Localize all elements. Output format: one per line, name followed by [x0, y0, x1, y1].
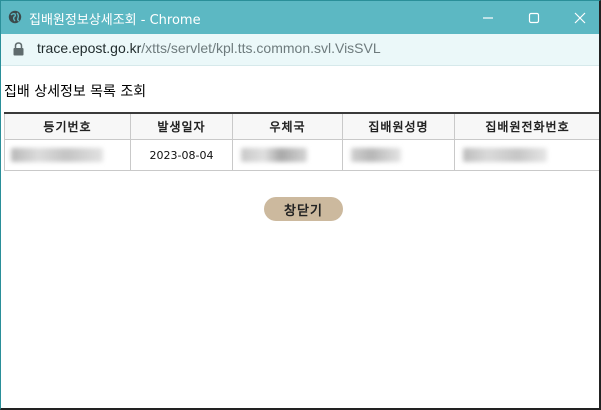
- col-header-date: 발생일자: [130, 112, 233, 140]
- minimize-icon: [483, 16, 493, 19]
- table-header-row: 등기번호 발생일자 우체국 집배원성명 집배원전화번호: [4, 112, 599, 140]
- cell-office: [232, 139, 343, 171]
- redacted-carrier-name: [351, 148, 401, 162]
- url-path: /xtts/servlet/kpl.tts.common.svl.VisSVL: [141, 40, 381, 56]
- maximize-button[interactable]: [511, 1, 557, 34]
- table-row: 2023-08-04: [4, 139, 599, 171]
- carrier-table: 등기번호 발생일자 우체국 집배원성명 집배원전화번호 2023-08-04: [4, 112, 599, 171]
- minimize-button[interactable]: [465, 1, 511, 34]
- close-page-button[interactable]: 창닫기: [264, 197, 343, 221]
- url-host: trace.epost.go.kr: [37, 40, 142, 56]
- address-bar[interactable]: trace.epost.go.kr/xtts/servlet/kpl.tts.c…: [1, 34, 599, 66]
- close-window-button[interactable]: [557, 1, 599, 34]
- globe-icon: [8, 10, 22, 24]
- redacted-carrier-phone: [463, 148, 547, 162]
- col-header-office: 우체국: [232, 112, 343, 140]
- url-text[interactable]: trace.epost.go.kr/xtts/servlet/kpl.tts.c…: [37, 40, 381, 56]
- window-title: 집배원정보상세조회 - Chrome: [29, 13, 201, 28]
- cell-date: 2023-08-04: [130, 139, 233, 171]
- redacted-office: [241, 148, 307, 162]
- page-content: 집배 상세정보 목록 조회 등기번호 발생일자 우체국 집배원성명 집배원전화번…: [1, 66, 599, 408]
- cell-carrier-name: [342, 139, 455, 171]
- maximize-icon: [528, 12, 540, 23]
- col-header-carrier-name: 집배원성명: [342, 112, 455, 140]
- title-bar[interactable]: 집배원정보상세조회 - Chrome: [1, 1, 599, 34]
- close-icon: [574, 12, 586, 23]
- page-title: 집배 상세정보 목록 조회: [4, 84, 147, 100]
- col-header-carrier-phone: 집배원전화번호: [454, 112, 599, 140]
- redacted-registry-no: [11, 148, 103, 162]
- browser-window: 집배원정보상세조회 - Chrome trace.epost.go.kr/xtt…: [0, 0, 601, 410]
- col-header-registry-no: 등기번호: [4, 112, 131, 140]
- cell-carrier-phone: [454, 139, 599, 171]
- cell-registry-no: [4, 139, 131, 171]
- lock-icon: [13, 42, 24, 56]
